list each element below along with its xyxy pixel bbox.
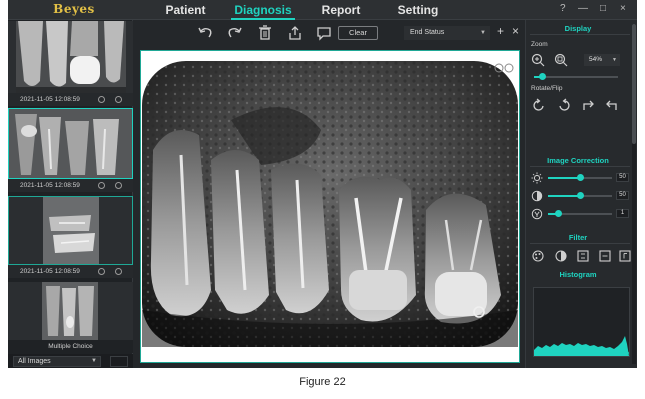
tab-setting[interactable]: Setting bbox=[393, 0, 443, 20]
app-logo: Beyes bbox=[53, 2, 95, 16]
zoom-fit-icon[interactable] bbox=[554, 53, 568, 67]
share-icon[interactable] bbox=[286, 24, 304, 42]
image-filter-value: All Images bbox=[18, 358, 51, 365]
zoom-value: 54% bbox=[589, 56, 603, 63]
gamma-value[interactable]: 1 bbox=[616, 209, 629, 218]
gamma-icon bbox=[531, 208, 543, 220]
thumbnail-image[interactable] bbox=[8, 21, 133, 93]
info-icon[interactable] bbox=[98, 182, 105, 189]
display-section-title: Display bbox=[564, 24, 592, 33]
scrollbar-thumb[interactable] bbox=[632, 24, 636, 144]
contrast-value[interactable]: 50 bbox=[616, 191, 629, 200]
info-icon[interactable] bbox=[98, 96, 105, 103]
contrast-slider-knob[interactable] bbox=[577, 192, 584, 199]
rotate-right-icon[interactable] bbox=[557, 98, 571, 112]
dental-xray-image[interactable] bbox=[141, 60, 519, 348]
close-view-button[interactable]: × bbox=[512, 24, 519, 38]
help-button[interactable]: ? bbox=[560, 3, 566, 14]
thumbnail-panel: 2021-11-05 12:08:59 2021-11-05 12:08:59 … bbox=[8, 20, 133, 368]
brightness-slider-fill bbox=[548, 177, 580, 179]
status-value: End Status bbox=[410, 29, 445, 36]
thumbnail-image[interactable] bbox=[8, 196, 133, 265]
clear-button[interactable]: Clear bbox=[338, 26, 378, 40]
zoom-slider-track[interactable] bbox=[534, 76, 618, 78]
brightness-icon bbox=[531, 172, 543, 184]
image-filter-select[interactable]: All Images ▼ bbox=[13, 356, 101, 367]
filter-section-title: Filter bbox=[568, 233, 588, 242]
add-icon[interactable] bbox=[115, 182, 122, 189]
viewer-frame bbox=[140, 50, 520, 363]
add-icon[interactable] bbox=[115, 96, 122, 103]
image-correction-section-title: Image Correction bbox=[547, 156, 609, 165]
custom-filter-icon[interactable] bbox=[619, 250, 631, 262]
zoom-in-icon[interactable] bbox=[531, 53, 545, 67]
thumbnail-image[interactable] bbox=[8, 282, 133, 340]
gamma-slider-knob[interactable] bbox=[555, 210, 562, 217]
info-icon[interactable] bbox=[98, 268, 105, 275]
contrast-slider-fill bbox=[548, 195, 580, 197]
add-icon[interactable] bbox=[115, 268, 122, 275]
tab-patient[interactable]: Patient bbox=[158, 0, 213, 20]
thumbnail-caption: 2021-11-05 12:08:59 bbox=[8, 93, 133, 106]
invert-icon[interactable] bbox=[555, 250, 567, 262]
panel-scrollbar[interactable] bbox=[632, 24, 636, 364]
image-toolbar: Clear End Status ▼ + × bbox=[134, 20, 525, 47]
redo-icon[interactable] bbox=[226, 24, 244, 42]
thumbnail-caption: 2021-11-05 12:08:59 bbox=[8, 265, 133, 278]
delete-icon[interactable] bbox=[256, 24, 274, 42]
rotate-flip-label: Rotate/Flip bbox=[531, 85, 563, 92]
divider bbox=[530, 166, 630, 167]
flip-horizontal-icon[interactable] bbox=[581, 98, 595, 112]
minimize-button[interactable]: — bbox=[578, 3, 588, 14]
tab-report[interactable]: Report bbox=[315, 0, 367, 20]
contrast-icon bbox=[531, 190, 543, 202]
footer-option-button[interactable] bbox=[110, 356, 128, 367]
close-window-button[interactable]: × bbox=[620, 3, 626, 14]
top-bar: Beyes Patient Diagnosis Report Setting ?… bbox=[8, 0, 637, 20]
histogram-section-title: Histogram bbox=[559, 270, 597, 279]
smooth-filter-icon[interactable] bbox=[599, 250, 611, 262]
thumbnail-image[interactable] bbox=[8, 108, 133, 179]
thumbnail-timestamp: 2021-11-05 12:08:59 bbox=[20, 268, 80, 275]
chevron-down-icon: ▼ bbox=[91, 358, 97, 364]
figure-caption: Figure 22 bbox=[299, 376, 346, 388]
left-footer: All Images ▼ bbox=[8, 354, 133, 368]
rotate-left-icon[interactable] bbox=[532, 98, 546, 112]
chevron-down-icon: ▼ bbox=[480, 30, 486, 36]
zoom-label: Zoom bbox=[531, 41, 548, 48]
brightness-value[interactable]: 50 bbox=[616, 173, 629, 182]
chevron-down-icon: ▼ bbox=[612, 57, 617, 63]
thumbnail-timestamp: 2021-11-05 12:08:59 bbox=[20, 182, 80, 189]
undo-icon[interactable] bbox=[196, 24, 214, 42]
thumbnail-caption: Multiple Choice bbox=[8, 340, 133, 353]
image-viewer[interactable] bbox=[134, 47, 525, 368]
settings-panel: Display Zoom 54% ▼ Rotate/Flip Image Cor… bbox=[525, 20, 637, 368]
status-select[interactable]: End Status ▼ bbox=[404, 26, 490, 40]
color-palette-icon[interactable] bbox=[532, 250, 544, 262]
divider bbox=[530, 243, 630, 244]
zoom-slider-knob[interactable] bbox=[539, 73, 546, 80]
comment-icon[interactable] bbox=[315, 24, 333, 42]
maximize-button[interactable]: □ bbox=[600, 3, 606, 14]
tab-diagnosis[interactable]: Diagnosis bbox=[231, 0, 295, 20]
zoom-select[interactable]: 54% ▼ bbox=[584, 54, 620, 66]
histogram-chart[interactable] bbox=[533, 287, 630, 357]
add-button[interactable]: + bbox=[497, 24, 504, 38]
brightness-slider-knob[interactable] bbox=[577, 174, 584, 181]
thumbnail-caption: 2021-11-05 12:08:59 bbox=[8, 179, 133, 192]
sharpen-filter-icon[interactable] bbox=[577, 250, 589, 262]
thumbnail-timestamp: 2021-11-05 12:08:59 bbox=[20, 96, 80, 103]
app-window: Beyes Patient Diagnosis Report Setting ?… bbox=[8, 0, 637, 368]
flip-vertical-icon[interactable] bbox=[605, 98, 619, 112]
divider bbox=[530, 34, 630, 35]
